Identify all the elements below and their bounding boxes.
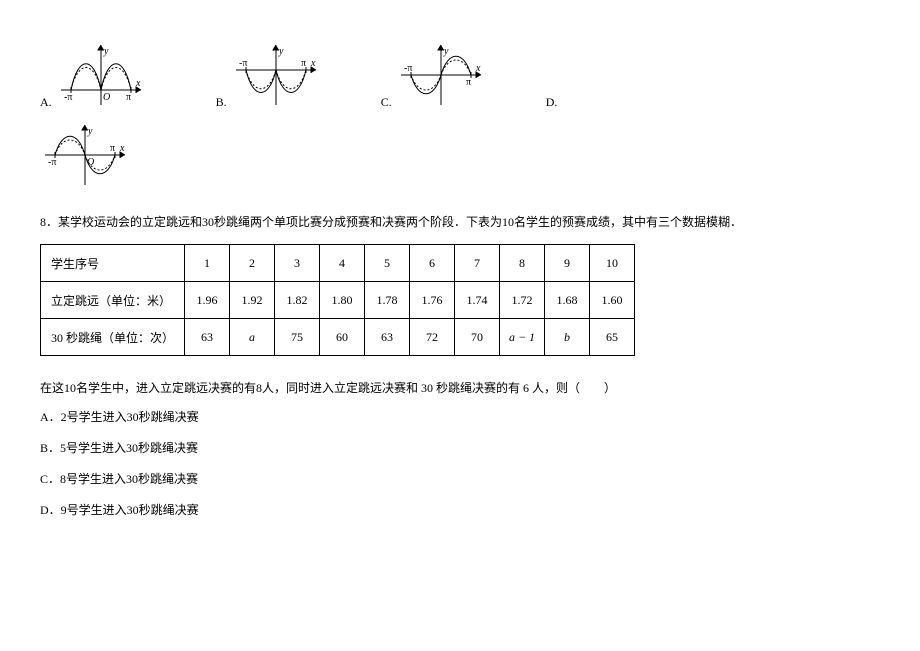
svg-text:π: π — [110, 143, 115, 154]
row2-hdr: 立定跳远（单位：米） — [41, 282, 185, 319]
row3-hdr: 30 秒跳绳（单位：次） — [41, 319, 185, 356]
svg-text:-π: -π — [48, 157, 56, 168]
svg-text:π: π — [301, 58, 306, 69]
q8-text: 某学校运动会的立定跳远和30秒跳绳两个单项比赛分成预赛和决赛两个阶段．下表为10… — [58, 215, 742, 229]
table-row: 立定跳远（单位：米） 1.96 1.92 1.82 1.80 1.78 1.76… — [41, 282, 635, 319]
answer-option-C: C．8号学生进入30秒跳绳决赛 — [40, 470, 880, 487]
table-row: 30 秒跳绳（单位：次） 63 a 75 60 63 72 70 a − 1 b… — [41, 319, 635, 356]
graph-A: y x O π -π — [56, 40, 146, 110]
option-D-label: D. — [546, 95, 558, 110]
answer-option-D: D．9号学生进入30秒跳绳决赛 — [40, 501, 880, 518]
answer-option-B: B．5号学生进入30秒跳绳决赛 — [40, 439, 880, 456]
row1-hdr: 学生序号 — [41, 245, 185, 282]
svg-text:x: x — [135, 78, 141, 89]
graph-C: y x -π π — [396, 40, 486, 110]
option-A-label: A. — [40, 95, 52, 110]
graph-D: y x -π π O — [40, 120, 130, 190]
svg-text:x: x — [119, 143, 125, 154]
svg-text:y: y — [87, 126, 93, 137]
svg-text:y: y — [103, 46, 109, 57]
table-row: 学生序号 1 2 3 4 5 6 7 8 9 10 — [41, 245, 635, 282]
svg-text:O: O — [87, 157, 94, 168]
svg-text:y: y — [278, 46, 284, 57]
answer-option-A: A．2号学生进入30秒跳绳决赛 — [40, 408, 880, 425]
option-B-label: B. — [216, 95, 227, 110]
q8-number: 8． — [40, 215, 58, 229]
option-C-label: C. — [381, 95, 392, 110]
svg-text:x: x — [475, 63, 481, 74]
score-table: 学生序号 1 2 3 4 5 6 7 8 9 10 立定跳远（单位：米） 1.9… — [40, 244, 635, 356]
svg-text:O: O — [103, 92, 110, 103]
svg-text:π: π — [466, 77, 471, 88]
svg-text:-π: -π — [239, 58, 247, 69]
svg-text:-π: -π — [404, 63, 412, 74]
graph-B: y x -π π — [231, 40, 321, 110]
svg-text:π: π — [126, 92, 131, 103]
svg-text:-π: -π — [64, 92, 72, 103]
svg-text:x: x — [310, 58, 316, 69]
q8-followup: 在这10名学生中，进入立定跳远决赛的有8人，同时进入立定跳远决赛和 30 秒跳绳… — [40, 376, 880, 400]
svg-text:y: y — [443, 46, 449, 57]
